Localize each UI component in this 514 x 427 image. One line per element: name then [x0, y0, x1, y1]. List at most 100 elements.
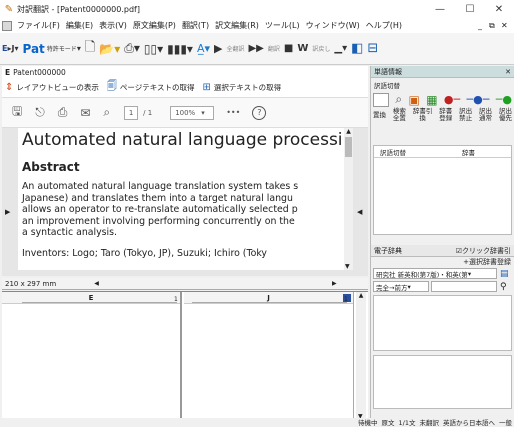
pdf-vertical-scrollbar[interactable]: ▲ ▼ — [344, 128, 353, 270]
menu-window[interactable]: ウィンドウ(W) — [303, 20, 363, 31]
register-selected-button[interactable]: +選択辞書登録 — [371, 257, 514, 267]
tool-label-bottom: 換 — [419, 114, 426, 122]
search-icon[interactable]: ⌕ — [103, 105, 110, 120]
translate-back-button[interactable]: 訳戻し — [310, 39, 332, 59]
dictionary-result-area[interactable] — [373, 295, 512, 351]
patent-icon: Pat — [22, 41, 45, 56]
source-line-number: 1 — [174, 296, 178, 303]
ban-translate-icon[interactable]: ●─ — [444, 93, 460, 106]
tool-label-bottom: 全置 — [392, 114, 406, 122]
close-button[interactable]: ✕ — [484, 0, 514, 18]
split-view-icon[interactable]: ◧ — [349, 39, 365, 59]
source-line[interactable] — [22, 302, 177, 303]
dictionary-book-icon[interactable]: ▤ — [500, 269, 509, 279]
target-line[interactable] — [192, 302, 347, 303]
binoculars-icon[interactable]: ⚲ — [500, 282, 507, 292]
spellcheck-icon[interactable]: A̲▾ — [195, 39, 212, 59]
collapse-right-arrow-icon[interactable]: ◀ — [357, 208, 362, 216]
translate-all-button[interactable]: 全翻訳 — [224, 39, 246, 59]
menu-target-edit[interactable]: 訳文編集(R) — [212, 20, 262, 31]
more-options-button[interactable]: ••• — [226, 108, 240, 117]
tool-label[interactable]: 訳出 通常 — [479, 108, 492, 122]
menu-help[interactable]: ヘルプ(H) — [363, 20, 405, 31]
translate-button[interactable]: 翻訳 — [266, 39, 282, 59]
play-icon[interactable]: ▶ — [212, 39, 224, 59]
page-number-input[interactable]: 1 — [124, 105, 139, 120]
document-title: Automated natural language processin — [22, 130, 344, 150]
patent-mode-button[interactable]: Pat 特許モード ▾ — [20, 39, 82, 59]
tool-label[interactable]: 訳出 優先 — [499, 108, 512, 122]
pdf-view-area[interactable]: ▶ Automated natural language processin A… — [2, 128, 368, 276]
help-icon[interactable]: ? — [252, 105, 267, 120]
menu-edit[interactable]: 編集(E) — [63, 20, 96, 31]
dictionary-lookup-icon[interactable]: ▣ — [408, 93, 419, 107]
target-pane[interactable]: J 1 — [184, 292, 354, 420]
col-alt-translation[interactable]: 訳語切替 — [380, 147, 406, 157]
mdi-close-icon[interactable]: ✕ — [501, 21, 508, 30]
page-text-icon: 🗐 — [106, 81, 117, 92]
scroll-up-icon[interactable]: ▲ — [344, 128, 353, 135]
word-info-list[interactable]: 訳語切替 辞書 — [373, 145, 512, 235]
search-term-input[interactable] — [431, 281, 497, 292]
menu-tools[interactable]: ツール(L) — [262, 20, 303, 31]
normal-translate-icon[interactable]: ─●─ — [467, 93, 490, 106]
dictionary-detail-area[interactable] — [373, 355, 512, 409]
mdi-minimize-icon[interactable]: _ — [478, 21, 482, 30]
page-total: / 1 — [143, 108, 153, 117]
menu-file[interactable]: ファイル(F) — [14, 20, 63, 31]
columns-icon[interactable]: ▮▮▮▾ — [165, 39, 195, 59]
tool-label[interactable]: 訳出 禁止 — [459, 108, 472, 122]
click-lookup-checkbox[interactable]: ☑クリック辞書引 — [456, 246, 511, 256]
tool-label[interactable]: 置換 — [373, 111, 386, 119]
get-page-text-button[interactable]: ページテキストの取得 — [120, 82, 195, 93]
col-dictionary[interactable]: 辞書 — [462, 147, 475, 157]
zoom-select[interactable]: 100% ▾ — [170, 105, 215, 120]
dictionary-select[interactable]: 研究社 新英和(第7版)・和英(第 ▾ — [373, 268, 497, 279]
open-folder-icon[interactable]: 📂▾ — [97, 39, 122, 59]
panes-scrollbar[interactable]: ▲ ▼ — [356, 292, 366, 420]
horizontal-split-icon[interactable]: ⊟ — [365, 39, 380, 59]
scroll-down-icon[interactable]: ▼ — [345, 263, 350, 270]
tool-label[interactable]: 辞書引換 — [413, 108, 433, 122]
document-tab[interactable]: E Patent000000 — [2, 66, 368, 78]
expand-left-arrow-icon[interactable]: ▶ — [5, 208, 10, 216]
mail-icon[interactable]: ✉ — [80, 106, 90, 120]
tool-label[interactable]: 検索 全置 — [393, 108, 406, 122]
maximize-button[interactable]: ☐ — [455, 0, 485, 18]
hscroll-right-icon[interactable]: ▶ — [332, 280, 337, 287]
cursor-dropdown-icon[interactable]: ▁▾ — [332, 39, 349, 59]
get-selected-text-button[interactable]: 選択テキストの取得 — [214, 82, 281, 93]
layout-view-button[interactable]: レイアウトビューの表示 — [16, 82, 99, 93]
direction-dropdown[interactable]: E ▸ J ▾ — [0, 39, 20, 59]
source-pane[interactable]: E 1 — [2, 292, 182, 420]
tool-label-bottom: 登録 — [439, 114, 453, 122]
stop-icon[interactable]: ■ — [282, 39, 295, 59]
panel-close-icon[interactable]: ✕ — [505, 68, 511, 76]
zoom-value: 100% — [175, 108, 196, 117]
scroll-up-icon[interactable]: ▲ — [356, 292, 366, 299]
translate-arrow-icon[interactable]: ▶▶ — [246, 39, 265, 59]
translate-back-icon[interactable]: W — [295, 39, 310, 59]
search-mode-select[interactable]: 完全→前方 ▾ — [373, 281, 429, 292]
mdi-restore-icon[interactable]: ⧉ — [489, 21, 495, 31]
menu-view[interactable]: 表示(V) — [96, 20, 130, 31]
minimize-button[interactable]: — — [425, 0, 455, 18]
abstract-heading: Abstract — [22, 160, 80, 174]
search-replace-icon[interactable]: ⌕ — [395, 92, 402, 107]
menu-translate[interactable]: 翻訳(T) — [179, 20, 212, 31]
print-icon-pdf[interactable]: ⎙ — [58, 105, 68, 120]
share-icon[interactable]: ⎋ — [35, 105, 45, 120]
chevron-down-icon: ▾ — [201, 108, 205, 117]
print-icon[interactable]: ⎙▾ — [122, 39, 142, 59]
menu-source-edit[interactable]: 原文編集(P) — [130, 20, 179, 31]
scroll-thumb[interactable] — [345, 137, 352, 157]
replace-icon[interactable] — [373, 92, 389, 107]
hscroll-left-icon[interactable]: ◀ — [94, 280, 99, 287]
new-file-icon[interactable]: 🗋 — [83, 39, 97, 59]
ejdict-title-bar: 電子辞典 ☑クリック辞書引 — [371, 245, 514, 257]
save-icon[interactable]: 🖫 — [12, 102, 22, 123]
tool-label[interactable]: 辞書 登録 — [439, 108, 452, 122]
priority-translate-icon[interactable]: ─● — [496, 93, 512, 106]
dictionary-register-icon[interactable]: ▦ — [426, 93, 437, 107]
layout-icon[interactable]: ▯▯▾ — [142, 39, 165, 59]
